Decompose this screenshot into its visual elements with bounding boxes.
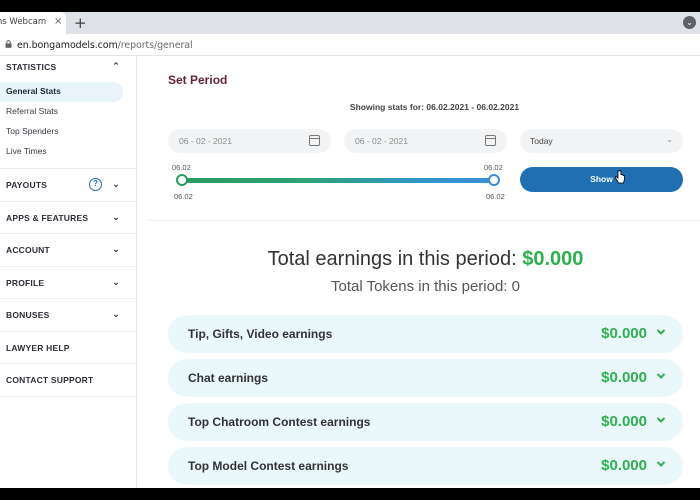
sidebar-group-account[interactable]: ACCOUNT ⌄ xyxy=(0,234,136,267)
new-tab-button[interactable]: + xyxy=(74,14,87,32)
show-button[interactable]: Show xyxy=(520,167,683,192)
sidebar-item-label: General Stats xyxy=(6,86,61,96)
sidebar-item-lawyer-help[interactable]: LAWYER HELP xyxy=(0,332,136,364)
sidebar-group-label: PAYOUTS xyxy=(6,180,48,190)
earnings-row-label: Chat earnings xyxy=(188,371,269,385)
sidebar-group-label: CONTACT SUPPORT xyxy=(6,375,94,385)
calendar-icon[interactable] xyxy=(309,135,320,146)
slider-bottom-left-label: 06.02 xyxy=(174,192,193,201)
earnings-row-value: $0.000 xyxy=(601,325,647,342)
slider-end-handle[interactable] xyxy=(488,174,500,186)
range-select[interactable]: Today ⌄ xyxy=(520,129,683,153)
tab-close-icon[interactable]: × xyxy=(54,16,62,27)
chevron-down-icon: ⌄ xyxy=(112,276,120,287)
chevron-down-icon[interactable] xyxy=(656,371,666,381)
date-from-field[interactable]: 06 - 02 - 2021 xyxy=(168,129,331,153)
chevron-up-icon: ⌃ xyxy=(112,61,120,71)
chevron-down-icon[interactable] xyxy=(656,327,666,337)
earnings-row-value: $0.000 xyxy=(601,413,647,430)
slider-top-right-label: 06.02 xyxy=(484,163,503,172)
earnings-row-value: $0.000 xyxy=(601,457,647,474)
total-earnings: Total earnings in this period: $0.000 xyxy=(149,248,700,271)
earnings-row-label: Top Chatroom Contest earnings xyxy=(188,415,371,429)
slider-start-handle[interactable] xyxy=(176,174,188,186)
chevron-down-icon: ⌄ xyxy=(112,179,120,189)
browser-window: ms Webcam × + ⌄ en.bongamodels.com/repor… xyxy=(0,12,700,488)
hand-cursor-icon xyxy=(615,170,625,184)
sidebar-item-label: Referral Stats xyxy=(6,106,58,116)
tab-search-icon[interactable]: ⌄ xyxy=(683,16,696,29)
earnings-row-tips[interactable]: Tip, Gifts, Video earnings $0.000 xyxy=(168,315,683,353)
slider-bottom-right-label: 06.02 xyxy=(486,192,505,201)
calendar-icon[interactable] xyxy=(485,135,496,146)
sidebar-group-apps-features[interactable]: APPS & FEATURES ⌄ xyxy=(0,202,136,234)
sidebar-item-general-stats[interactable]: General Stats xyxy=(0,82,123,102)
date-range-slider[interactable] xyxy=(182,178,494,183)
tab-title: ms Webcam xyxy=(0,17,47,27)
sidebar-group-label: PROFILE xyxy=(6,277,45,288)
earnings-row-label: Tip, Gifts, Video earnings xyxy=(188,327,333,341)
chevron-down-icon: ⌄ xyxy=(666,135,673,144)
sidebar-item-label: Top Spenders xyxy=(6,126,59,136)
sidebar-group-label: BONUSES xyxy=(6,310,50,320)
sidebar-group-profile[interactable]: PROFILE ⌄ xyxy=(0,267,136,299)
chevron-down-icon: ⌄ xyxy=(112,211,120,222)
sidebar-group-statistics[interactable]: STATISTICS ⌃ xyxy=(0,56,136,82)
url-path: /reports/general xyxy=(117,40,193,51)
url-host: en.bongamodels.com xyxy=(17,40,118,51)
total-earnings-label: Total earnings in this period: xyxy=(267,248,517,270)
help-icon[interactable]: ? xyxy=(89,178,102,191)
showing-stats-text: Showing stats for: 06.02.2021 - 06.02.20… xyxy=(349,102,520,112)
range-select-value: Today xyxy=(530,136,553,146)
browser-tab[interactable]: ms Webcam × xyxy=(0,12,66,34)
sidebar-group-label: ACCOUNT xyxy=(6,245,50,255)
total-tokens: Total Tokens in this period: 0 xyxy=(330,278,520,295)
earnings-row-model-contest[interactable]: Top Model Contest earnings $0.000 xyxy=(168,447,683,485)
chevron-down-icon: ⌄ xyxy=(112,244,120,254)
sidebar-group-bonuses[interactable]: BONUSES ⌄ xyxy=(0,299,136,332)
chevron-down-icon[interactable] xyxy=(656,415,666,425)
earnings-row-label: Top Model Contest earnings xyxy=(188,459,349,473)
sidebar-group-label: LAWYER HELP xyxy=(6,342,70,353)
sidebar-item-top-spenders[interactable]: Top Spenders xyxy=(0,122,136,142)
statistics-section: STATISTICS ⌃ General Stats Referral Stat… xyxy=(0,56,136,169)
earnings-row-chat[interactable]: Chat earnings $0.000 xyxy=(168,359,683,397)
sidebar-item-contact-support[interactable]: CONTACT SUPPORT xyxy=(0,364,136,397)
chevron-down-icon: ⌄ xyxy=(112,309,120,319)
date-to-value: 06 - 02 - 2021 xyxy=(355,136,408,146)
slider-top-left-label: 06.02 xyxy=(172,163,191,172)
date-from-value: 06 - 02 - 2021 xyxy=(179,136,232,146)
chevron-down-icon[interactable] xyxy=(656,459,666,469)
sidebar: STATISTICS ⌃ General Stats Referral Stat… xyxy=(0,56,137,488)
tab-bar: ms Webcam × + ⌄ xyxy=(0,12,700,34)
main-content: Set Period Showing stats for: 06.02.2021… xyxy=(149,56,700,488)
earnings-row-chatroom-contest[interactable]: Top Chatroom Contest earnings $0.000 xyxy=(168,403,683,441)
sidebar-group-label: STATISTICS xyxy=(6,62,57,72)
sidebar-item-referral-stats[interactable]: Referral Stats xyxy=(0,102,136,122)
page-title: Set Period xyxy=(168,73,228,87)
url-text[interactable]: en.bongamodels.com/reports/general xyxy=(17,40,193,51)
sidebar-item-label: Live Times xyxy=(6,146,47,156)
section-divider xyxy=(149,220,700,221)
address-bar[interactable]: en.bongamodels.com/reports/general xyxy=(0,34,700,56)
date-to-field[interactable]: 06 - 02 - 2021 xyxy=(344,129,507,153)
earnings-row-value: $0.000 xyxy=(601,369,647,386)
sidebar-group-label: APPS & FEATURES xyxy=(6,212,89,223)
sidebar-item-live-times[interactable]: Live Times xyxy=(0,142,136,162)
sidebar-group-payouts[interactable]: PAYOUTS ? ⌄ xyxy=(0,169,136,202)
total-earnings-value: $0.000 xyxy=(522,248,584,270)
lock-icon xyxy=(5,40,12,48)
